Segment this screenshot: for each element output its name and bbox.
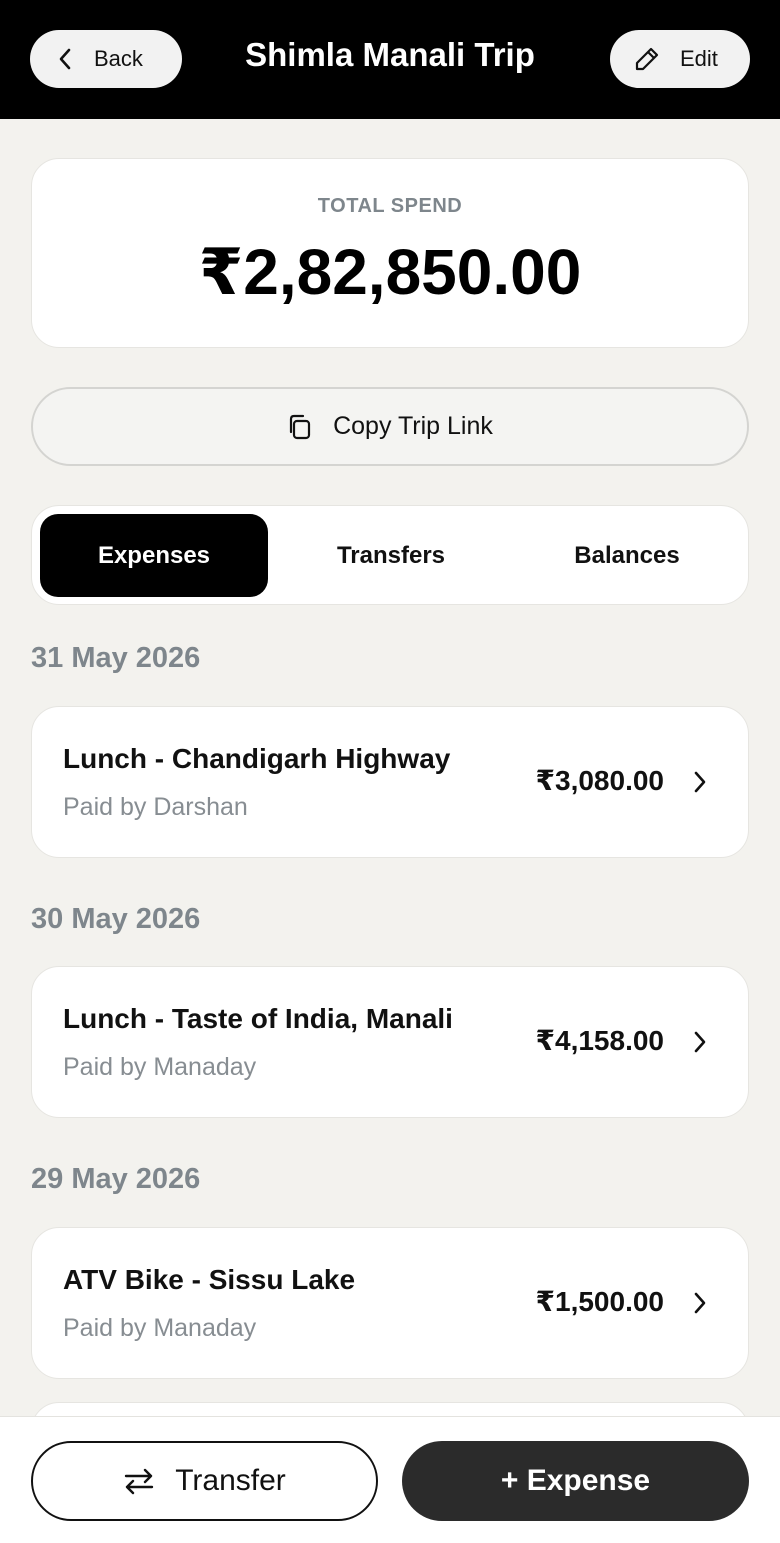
pencil-icon [635,47,659,71]
view-tabs: Expenses Transfers Balances [31,505,749,605]
total-spend-label: TOTAL SPEND [317,195,463,217]
edit-label: Edit [680,46,718,71]
expense-amount: ₹1,500.00 [535,1286,664,1317]
tab-transfers[interactable]: Transfers [282,514,500,597]
expense-title: ATV Bike - Sissu Lake [63,1264,356,1295]
expense-title: Lunch - Chandigarh Highway [63,743,451,774]
chevron-right-icon [694,771,706,793]
bottom-action-bar: Transfer + Expense [0,1416,780,1543]
date-heading: 29 May 2026 [31,1163,201,1195]
tab-expenses[interactable]: Expenses [40,514,268,597]
chevron-right-icon [694,1292,706,1314]
add-expense-button[interactable]: + Expense [402,1441,749,1521]
expense-row[interactable]: Lunch - Chandigarh Highway Paid by Darsh… [31,706,749,858]
copy-icon [289,414,311,439]
total-spend-value: ₹2,82,850.00 [198,236,582,308]
total-spend-card: TOTAL SPEND ₹2,82,850.00 [31,158,749,348]
date-heading: 30 May 2026 [31,903,201,935]
expense-paid-by: Paid by Manaday [63,1053,257,1081]
copy-trip-link-button[interactable]: Copy Trip Link [31,387,749,466]
chevron-right-icon [694,1031,706,1053]
expense-row[interactable]: Lunch - Taste of India, Manali Paid by M… [31,966,749,1118]
transfer-button[interactable]: Transfer [31,1441,378,1521]
edit-button[interactable]: Edit [610,30,750,88]
app-header: Back Shimla Manali Trip Edit [0,0,780,119]
expense-title: Lunch - Taste of India, Manali [63,1003,453,1034]
copy-trip-link-label: Copy Trip Link [333,412,493,440]
expense-row[interactable]: ATV Bike - Sissu Lake Paid by Manaday ₹1… [31,1227,749,1379]
expense-paid-by: Paid by Darshan [63,793,248,821]
expense-paid-by: Paid by Manaday [63,1314,257,1342]
transfer-label: Transfer [175,1464,286,1497]
date-heading: 31 May 2026 [31,642,201,674]
expense-amount: ₹4,158.00 [535,1025,664,1056]
tab-balances[interactable]: Balances [514,514,740,597]
swap-arrows-icon [125,1468,154,1495]
expense-amount: ₹3,080.00 [535,765,664,796]
